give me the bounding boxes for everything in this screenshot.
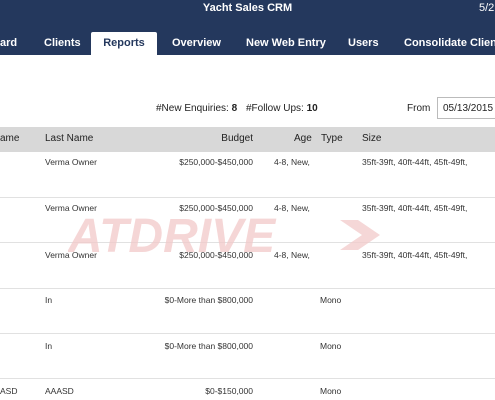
cell-budget: $250,000-$450,000 xyxy=(179,157,253,167)
follow-ups-label: #Follow Ups: xyxy=(246,103,304,114)
cell-last-name: In xyxy=(45,341,53,351)
cell-budget: $0-More than $800,000 xyxy=(164,341,253,351)
row-divider xyxy=(0,333,495,334)
col-first-name[interactable]: ame xyxy=(0,133,19,144)
tab-consolidate-clients[interactable]: Consolidate Clients xyxy=(404,32,495,55)
tab-reports[interactable]: Reports xyxy=(91,32,157,55)
row-divider xyxy=(0,242,495,243)
follow-ups-stat: #Follow Ups: 10 xyxy=(246,103,318,114)
new-enquiries-stat: #New Enquiries: 8 xyxy=(156,103,237,114)
cell-age: 4-8, New, xyxy=(274,157,310,167)
cell-budget: $0-$150,000 xyxy=(205,386,253,396)
cell-type: Mono xyxy=(320,386,342,396)
cell-size: 35ft-39ft, 40ft-44ft, 45ft-49ft, xyxy=(362,203,468,213)
tab-new-web-entry[interactable]: New Web Entry xyxy=(246,32,326,55)
col-last-name[interactable]: Last Name xyxy=(45,133,93,144)
new-enquiries-label: #New Enquiries: xyxy=(156,103,229,114)
row-divider xyxy=(0,197,495,198)
col-size[interactable]: Size xyxy=(362,133,381,144)
cell-budget: $250,000-$450,000 xyxy=(179,250,253,260)
tab-users[interactable]: Users xyxy=(348,32,379,55)
cell-size: 35ft-39ft, 40ft-44ft, 45ft-49ft, xyxy=(362,157,468,167)
from-date-input[interactable] xyxy=(437,97,495,119)
cell-last-name: Verma Owner xyxy=(45,203,97,213)
cell-last-name: Verma Owner xyxy=(45,250,97,260)
cell-last-name: In xyxy=(45,295,53,305)
cell-last-name: AAASD xyxy=(45,386,74,396)
cell-age: 4-8, New, xyxy=(274,250,310,260)
cell-last-name: Verma Owner xyxy=(45,157,97,167)
cell-age: 4-8, New, xyxy=(274,203,310,213)
new-enquiries-value: 8 xyxy=(231,103,238,114)
cell-size: 35ft-39ft, 40ft-44ft, 45ft-49ft, xyxy=(362,250,468,260)
cell-type: Mono xyxy=(320,341,342,351)
row-divider xyxy=(0,288,495,289)
cell-type: Mono xyxy=(320,295,342,305)
tab-clients[interactable]: Clients xyxy=(44,32,81,55)
follow-ups-value: 10 xyxy=(306,103,318,114)
from-date-label: From xyxy=(407,103,431,114)
header-date: 5/2 xyxy=(479,2,495,14)
watermark-chevron-icon xyxy=(340,220,380,250)
cell-budget: $0-More than $800,000 xyxy=(164,295,253,305)
row-divider xyxy=(0,378,495,379)
col-age[interactable]: Age xyxy=(294,133,312,144)
tab-overview[interactable]: Overview xyxy=(172,32,221,55)
app-title: Yacht Sales CRM xyxy=(202,2,293,14)
col-type[interactable]: Type xyxy=(321,133,343,144)
col-budget[interactable]: Budget xyxy=(213,133,253,144)
cell-first-name: ASD xyxy=(0,386,18,396)
cell-budget: $250,000-$450,000 xyxy=(179,203,253,213)
tab-dashboard[interactable]: ard xyxy=(0,32,17,55)
